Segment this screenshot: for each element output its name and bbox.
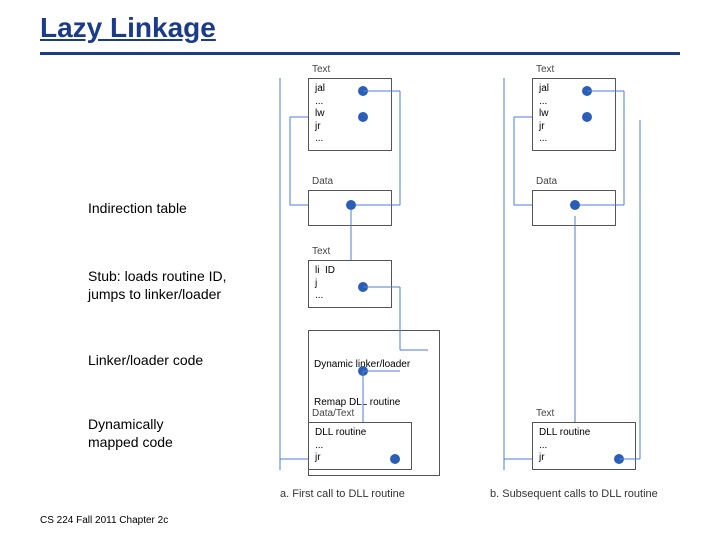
dot-icon: [582, 86, 592, 96]
annotation-linker-loader: Linker/loader code: [88, 352, 203, 370]
dot-icon: [358, 86, 368, 96]
b-text-box: jal ... lw jr ...: [532, 78, 616, 151]
a-data-label: Data: [312, 176, 333, 187]
a-stub-label: Text: [312, 246, 330, 257]
b-caption: b. Subsequent calls to DLL routine: [490, 488, 658, 500]
a-linker-title: Dynamic linker/loader: [314, 359, 434, 372]
dot-icon: [614, 454, 624, 464]
slide-footer: CS 224 Fall 2011 Chapter 2c: [40, 515, 168, 526]
title-underline: [40, 52, 680, 55]
annotation-mapped-code: Dynamically mapped code: [88, 416, 173, 451]
dot-icon: [346, 200, 356, 210]
b-dll-label: Text: [536, 408, 554, 419]
a-stub-box: li ID j ...: [308, 260, 392, 308]
dot-icon: [358, 366, 368, 376]
slide-title: Lazy Linkage: [40, 12, 216, 44]
annotation-stub: Stub: loads routine ID, jumps to linker/…: [88, 268, 227, 303]
b-data-label: Data: [536, 176, 557, 187]
dot-icon: [582, 112, 592, 122]
dot-icon: [358, 112, 368, 122]
dot-icon: [390, 454, 400, 464]
b-text-label: Text: [536, 64, 554, 75]
a-dll-label: Data/Text: [312, 408, 354, 419]
annotation-indirection-table: Indirection table: [88, 200, 187, 218]
a-text-label: Text: [312, 64, 330, 75]
a-text-box: jal ... lw jr ...: [308, 78, 392, 151]
dot-icon: [570, 200, 580, 210]
dot-icon: [358, 282, 368, 292]
a-caption: a. First call to DLL routine: [280, 488, 405, 500]
